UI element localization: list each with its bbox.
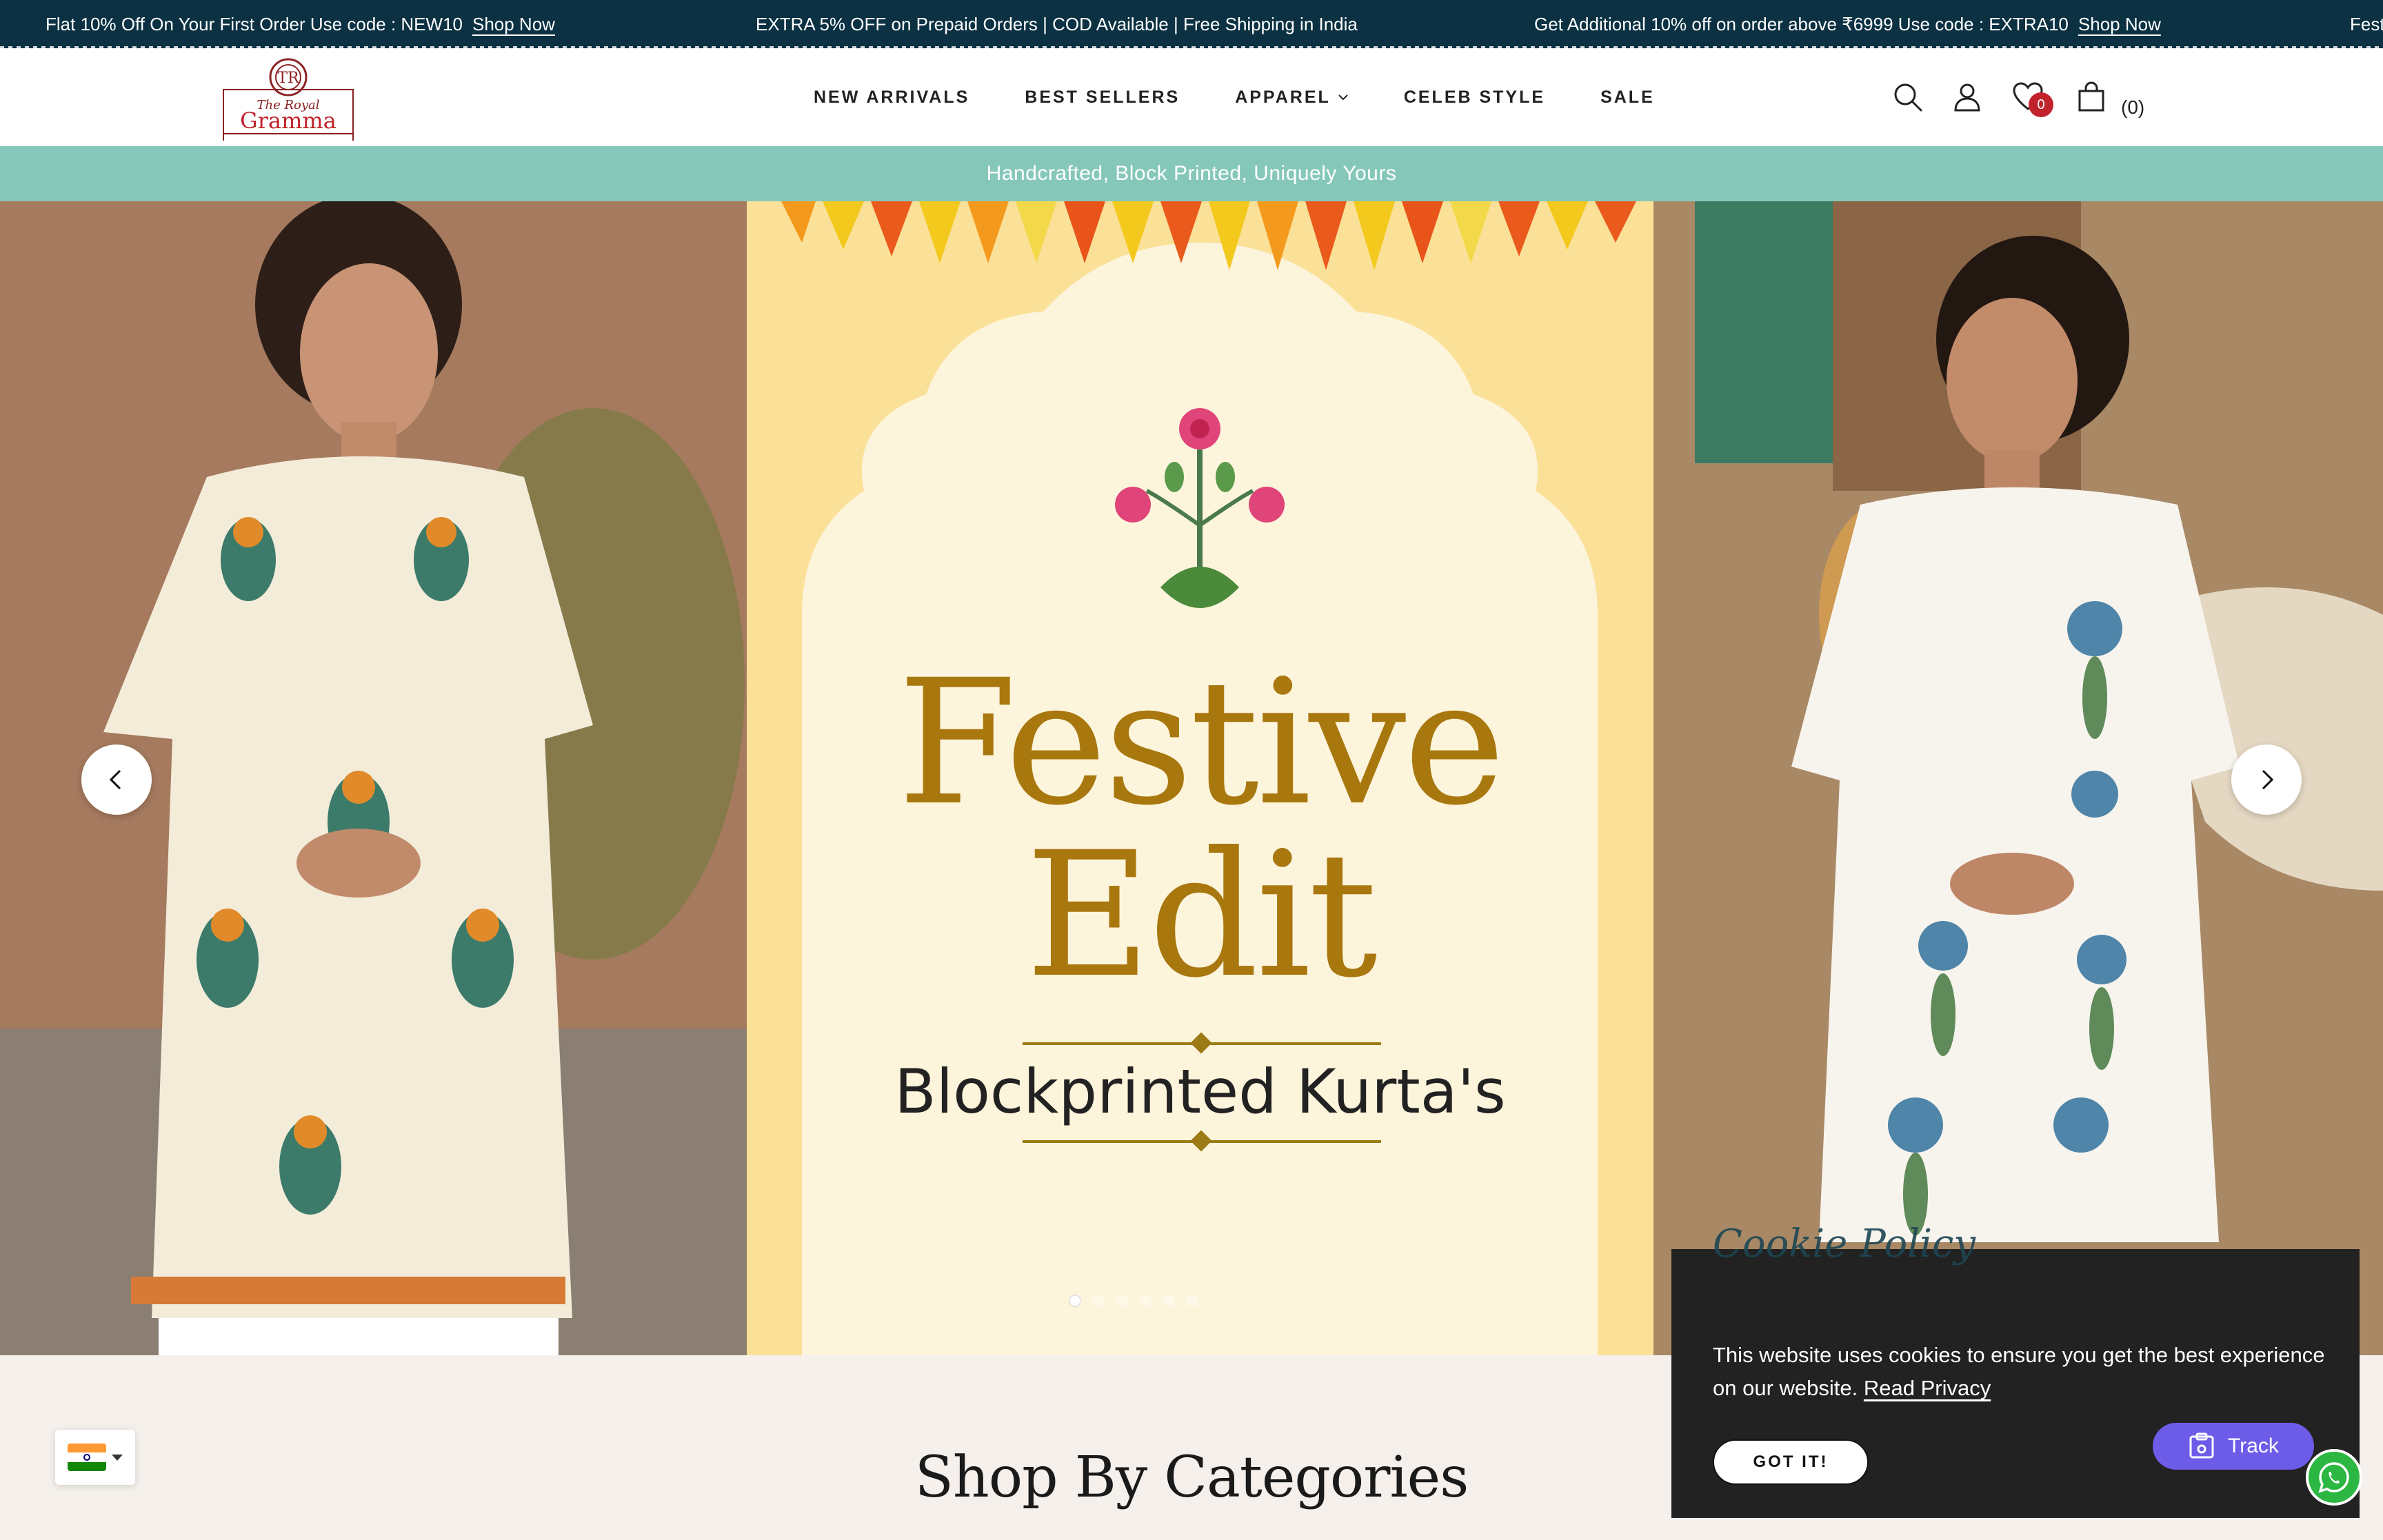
nav-label: APPAREL (1235, 87, 1331, 107)
slider-prev-button[interactable] (81, 744, 152, 815)
cookie-accept-button[interactable]: GOT IT! (1713, 1439, 1869, 1485)
chevron-left-icon (109, 769, 121, 790)
slider-dot-2[interactable] (1092, 1295, 1105, 1307)
hero-title-line1: Festive (897, 642, 1506, 843)
svg-text:TR: TR (277, 70, 300, 87)
chevron-right-icon (2262, 769, 2274, 790)
nav-celeb-style[interactable]: CELEB STYLE (1404, 88, 1545, 108)
announcement-text: Get Additional 10% off on order above ₹6… (1534, 14, 2069, 34)
nav-label: NEW ARRIVALS (814, 87, 970, 107)
slider-dot-1[interactable] (1069, 1295, 1081, 1307)
slider-dot-3[interactable] (1116, 1295, 1128, 1307)
slider-next-button[interactable] (2231, 744, 2302, 815)
cookie-popup: Cookie Policy This website uses cookies … (1671, 1222, 2360, 1518)
search-icon[interactable] (1892, 81, 1924, 113)
shop-now-link[interactable]: Shop Now (2078, 14, 2161, 34)
hero-subtitle: Blockprinted Kurta's (894, 1056, 1506, 1127)
shop-now-link[interactable]: Shop Now (472, 14, 555, 34)
cart-count[interactable]: (0) (2121, 97, 2144, 119)
cookie-text: This website uses cookies to ensure you … (1713, 1343, 2325, 1400)
announcement-message-1: Flat 10% Off On Your First Order Use cod… (46, 0, 555, 48)
logo-emblem: TR The Royal Gramma (223, 58, 354, 141)
announcement-text: EXTRA 5% OFF on Prepaid Orders | COD Ava… (756, 14, 1358, 34)
divider-bottom (1023, 1130, 1381, 1152)
cookie-heading: Cookie Policy (1713, 1222, 1976, 1266)
announcement-message-3: Get Additional 10% off on order above ₹6… (1534, 0, 2161, 48)
hero-slider: Festive Edit Blockprinted Kurta's (0, 201, 2383, 1355)
announcement-message-2: EXTRA 5% OFF on Prepaid Orders | COD Ava… (756, 0, 1358, 48)
nav-sale[interactable]: SALE (1600, 88, 1655, 108)
account-icon[interactable] (1951, 81, 1983, 113)
slider-dot-4[interactable] (1139, 1295, 1152, 1307)
announcement-message-4: Festi (2350, 0, 2383, 48)
track-package-icon (2189, 1432, 2214, 1459)
nav-new-arrivals[interactable]: NEW ARRIVALS (814, 88, 969, 108)
svg-text:Gramma: Gramma (240, 108, 336, 134)
announcement-bar: Flat 10% Off On Your First Order Use cod… (0, 0, 2383, 48)
currency-selector[interactable] (55, 1430, 135, 1485)
nav-best-sellers[interactable]: BEST SELLERS (1025, 88, 1180, 108)
track-label: Track (2228, 1435, 2279, 1457)
main-nav: NEW ARRIVALS BEST SELLERS APPAREL CELEB … (814, 48, 1710, 146)
tagline-bar: Handcrafted, Block Printed, Uniquely You… (0, 146, 2383, 201)
slider-dot-6[interactable] (1186, 1295, 1198, 1307)
nav-apparel[interactable]: APPAREL (1235, 88, 1349, 108)
track-order-button[interactable]: Track (2153, 1423, 2314, 1470)
read-privacy-link[interactable]: Read Privacy (1864, 1376, 1991, 1400)
divider-top (1023, 1032, 1381, 1054)
nav-label: CELEB STYLE (1403, 87, 1546, 107)
cart-bag-icon[interactable] (2075, 81, 2107, 113)
india-flag-icon (68, 1443, 106, 1471)
nav-label: SALE (1600, 87, 1655, 107)
cookie-message: This website uses cookies to ensure you … (1713, 1339, 2333, 1405)
hero-title-line2: Edit (1025, 815, 1378, 1015)
announcement-text: Flat 10% Off On Your First Order Use cod… (46, 14, 463, 34)
nav-label: BEST SELLERS (1025, 87, 1180, 107)
hero-banner-festive[interactable]: Festive Edit Blockprinted Kurta's (747, 201, 1653, 1355)
wishlist-count-badge: 0 (2029, 92, 2053, 117)
slider-dot-5[interactable] (1163, 1295, 1175, 1307)
announcement-text: Festi (2350, 14, 2383, 34)
slider-dots (1069, 1295, 1198, 1307)
whatsapp-chat-button[interactable] (2306, 1449, 2362, 1506)
chevron-down-icon (1338, 94, 1348, 101)
site-logo[interactable]: TR The Royal Gramma (219, 54, 357, 143)
caret-down-icon (112, 1454, 123, 1461)
site-header: TR The Royal Gramma NEW ARRIVALS BEST SE… (0, 48, 2383, 146)
whatsapp-icon (2318, 1462, 2349, 1493)
